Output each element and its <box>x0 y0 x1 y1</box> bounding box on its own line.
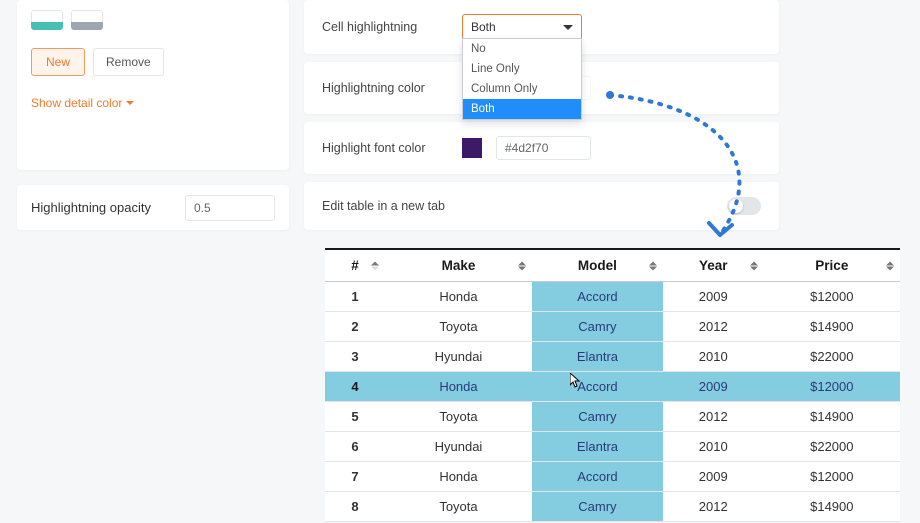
data-table: # Make Model Year Price <box>325 248 900 522</box>
cell-model: Elantra <box>532 432 663 462</box>
cell-idx: 8 <box>325 492 385 522</box>
cell-price: $12000 <box>764 372 900 402</box>
cell-year: 2012 <box>663 402 764 432</box>
highlight-color-label: Highlightning color <box>322 81 462 95</box>
cell-make: Honda <box>385 462 532 492</box>
cell-price: $22000 <box>764 342 900 372</box>
dropdown-option-no[interactable]: No <box>463 39 581 59</box>
cursor-icon <box>570 373 582 392</box>
new-button[interactable]: New <box>31 48 85 76</box>
table-row[interactable]: 8ToyotaCamry2012$14900 <box>325 492 900 522</box>
edit-new-tab-row: Edit table in a new tab <box>304 182 779 230</box>
table-row[interactable]: 6HyundaiElantra2010$22000 <box>325 432 900 462</box>
cell-highlight-label: Cell highlightning <box>322 20 462 34</box>
col-model[interactable]: Model <box>532 249 663 282</box>
cell-make: Hyundai <box>385 432 532 462</box>
sort-icon <box>886 261 894 270</box>
highlight-opacity-input[interactable] <box>185 195 275 221</box>
table-row[interactable]: 7HondaAccord2009$12000 <box>325 462 900 492</box>
cell-model: Camry <box>532 312 663 342</box>
table-row[interactable]: 3HyundaiElantra2010$22000 <box>325 342 900 372</box>
cell-highlight-select[interactable]: Both <box>462 14 582 40</box>
dropdown-option-line-only[interactable]: Line Only <box>463 59 581 79</box>
highlight-font-swatch[interactable] <box>462 138 482 158</box>
cell-year: 2009 <box>663 282 764 312</box>
table-header-row: # Make Model Year Price <box>325 249 900 282</box>
highlight-font-color-label: Highlight font color <box>322 141 462 155</box>
sort-icon <box>750 261 758 270</box>
cell-idx: 3 <box>325 342 385 372</box>
show-detail-color-toggle[interactable]: Show detail color <box>31 96 275 110</box>
cell-idx: 2 <box>325 312 385 342</box>
cell-highlight-dropdown: No Line Only Column Only Both <box>462 38 582 120</box>
chevron-down-icon <box>563 25 573 30</box>
color-swatches <box>31 10 275 30</box>
cell-idx: 5 <box>325 402 385 432</box>
color-swatch-teal[interactable] <box>31 10 63 30</box>
cell-price: $12000 <box>764 282 900 312</box>
table-row[interactable]: 1HondaAccord2009$12000 <box>325 282 900 312</box>
table-preview: # Make Model Year Price <box>325 248 900 522</box>
cell-year: 2012 <box>663 492 764 522</box>
sort-icon <box>649 261 657 270</box>
dropdown-option-both[interactable]: Both <box>463 99 581 119</box>
sort-icon <box>371 261 379 270</box>
edit-new-tab-label: Edit table in a new tab <box>322 199 445 213</box>
col-index[interactable]: # <box>325 249 385 282</box>
edit-new-tab-toggle[interactable] <box>727 197 761 215</box>
table-row[interactable]: 2ToyotaCamry2012$14900 <box>325 312 900 342</box>
cell-make: Honda <box>385 372 532 402</box>
cell-model: Accord <box>532 372 663 402</box>
highlight-font-color-row: Highlight font color <box>304 122 779 174</box>
cell-price: $14900 <box>764 402 900 432</box>
cell-year: 2010 <box>663 342 764 372</box>
cell-make: Toyota <box>385 402 532 432</box>
cell-idx: 4 <box>325 372 385 402</box>
cell-highlight-row: Cell highlightning Both No Line Only Col… <box>304 0 779 54</box>
cell-year: 2009 <box>663 372 764 402</box>
table-row[interactable]: 4HondaAccord2009$12000 <box>325 372 900 402</box>
cell-price: $14900 <box>764 492 900 522</box>
config-stack: Cell highlightning Both No Line Only Col… <box>304 0 779 230</box>
highlight-opacity-panel: Highlightning opacity <box>17 185 289 230</box>
cell-make: Honda <box>385 282 532 312</box>
cell-highlight-value: Both <box>471 20 496 34</box>
cell-price: $12000 <box>764 462 900 492</box>
cell-year: 2009 <box>663 462 764 492</box>
color-swatch-gray[interactable] <box>71 10 103 30</box>
cell-make: Hyundai <box>385 342 532 372</box>
cell-idx: 6 <box>325 432 385 462</box>
highlight-opacity-label: Highlightning opacity <box>31 200 151 215</box>
cell-model: Camry <box>532 492 663 522</box>
cell-model: Accord <box>532 282 663 312</box>
cell-price: $14900 <box>764 312 900 342</box>
cell-model: Elantra <box>532 342 663 372</box>
color-palette-panel: New Remove Show detail color <box>17 0 289 170</box>
cell-model: Accord <box>532 462 663 492</box>
cell-idx: 7 <box>325 462 385 492</box>
sort-icon <box>518 261 526 270</box>
remove-button[interactable]: Remove <box>93 48 164 76</box>
cell-year: 2012 <box>663 312 764 342</box>
col-year[interactable]: Year <box>663 249 764 282</box>
col-price[interactable]: Price <box>764 249 900 282</box>
highlight-font-color-input[interactable] <box>496 136 591 160</box>
cell-model: Camry <box>532 402 663 432</box>
chevron-down-icon <box>126 101 134 105</box>
table-row[interactable]: 5ToyotaCamry2012$14900 <box>325 402 900 432</box>
dropdown-option-column-only[interactable]: Column Only <box>463 79 581 99</box>
col-make[interactable]: Make <box>385 249 532 282</box>
cell-make: Toyota <box>385 492 532 522</box>
cell-year: 2010 <box>663 432 764 462</box>
cell-price: $22000 <box>764 432 900 462</box>
show-detail-label: Show detail color <box>31 96 122 110</box>
cell-idx: 1 <box>325 282 385 312</box>
cell-make: Toyota <box>385 312 532 342</box>
